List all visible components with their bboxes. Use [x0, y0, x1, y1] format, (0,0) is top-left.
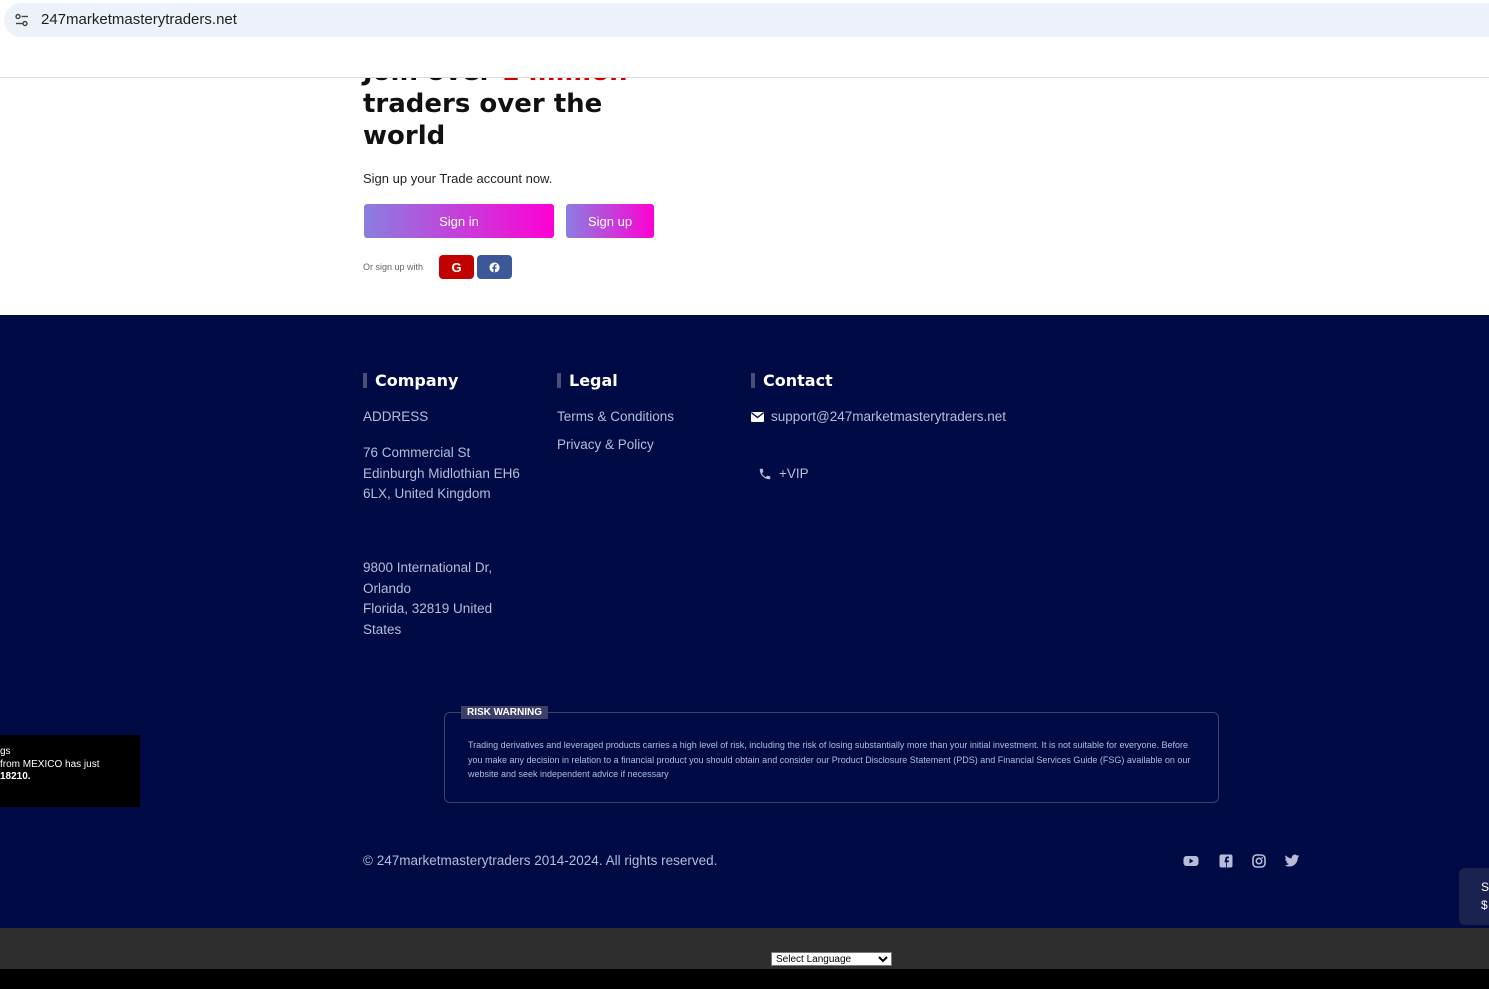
risk-warning-label: RISK WARNING — [461, 706, 548, 719]
popup-line: 18210. — [0, 771, 31, 782]
envelope-icon — [751, 412, 764, 422]
contact-heading: Contact — [751, 371, 833, 390]
address-heading: ADDRESS — [363, 409, 429, 424]
side-widget-text: $ — [1481, 898, 1488, 912]
google-signup-button[interactable]: G — [439, 255, 474, 279]
phone-link[interactable]: +VIP — [779, 464, 809, 485]
address-line: 6LX, United Kingdom — [363, 486, 491, 501]
popup-line: gs — [0, 746, 11, 757]
address-line: Edinburgh Midlothian EH6 — [363, 465, 520, 481]
risk-warning-box: RISK WARNING Trading derivatives and lev… — [444, 706, 1219, 803]
facebook-icon — [1219, 854, 1233, 868]
floating-side-widget[interactable]: S $ — [1459, 868, 1489, 925]
bottom-bar — [0, 969, 1489, 989]
facebook-signup-button[interactable] — [477, 255, 512, 279]
risk-warning-text: Trading derivatives and leveraged produc… — [468, 740, 1191, 779]
company-heading: Company — [363, 371, 458, 390]
site-header — [0, 37, 1489, 78]
twitter-icon — [1284, 854, 1300, 867]
cta-heading-line2: traders over the — [363, 89, 603, 119]
address-line: 76 Commercial St — [363, 445, 471, 460]
side-widget-text: S — [1481, 880, 1489, 894]
address-line: Orlando — [363, 580, 412, 596]
address-line: States — [363, 621, 402, 637]
phone-icon — [759, 468, 771, 480]
instagram-link[interactable] — [1251, 853, 1267, 869]
copyright-text: © 247marketmasterytraders 2014-2024. All… — [363, 853, 718, 868]
url-text[interactable]: 247marketmasterytraders.net — [41, 11, 237, 28]
youtube-link[interactable] — [1183, 853, 1199, 869]
privacy-policy-link[interactable]: Privacy & Policy — [557, 435, 654, 456]
youtube-icon — [1183, 856, 1199, 866]
legal-heading: Legal — [557, 371, 618, 390]
google-icon: G — [451, 259, 462, 275]
address-us: 9800 International Dr, Orlando Florida, … — [363, 558, 492, 640]
signup-cta-section: Join over 1 million traders over the wor… — [0, 40, 1489, 315]
terms-conditions-link[interactable]: Terms & Conditions — [557, 407, 674, 428]
twitter-link[interactable] — [1284, 853, 1300, 869]
address-bar[interactable]: 247marketmasterytraders.net — [4, 3, 1489, 37]
recent-activity-popup: gs from MEXICO has just 18210. — [0, 735, 140, 807]
address-line: Florida, 32819 United — [363, 601, 493, 616]
facebook-icon — [489, 261, 500, 273]
cta-subtitle: Sign up your Trade account now. — [363, 171, 553, 186]
language-select[interactable]: Select Language — [771, 952, 892, 966]
cta-heading-line3: world — [363, 121, 446, 151]
support-email-link[interactable]: support@247marketmasterytraders.net — [771, 407, 1006, 428]
or-sign-up-with-label: Or sign up with — [363, 262, 424, 272]
language-bar — [0, 928, 1489, 969]
popup-line: from MEXICO has just — [0, 758, 100, 770]
sign-in-button[interactable]: Sign in — [364, 204, 554, 238]
address-uk: 76 Commercial St Edinburgh Midlothian EH… — [363, 443, 520, 505]
site-footer: Company ADDRESS 76 Commercial St Edinbur… — [0, 315, 1489, 928]
address-line: 9800 International Dr, — [363, 560, 493, 575]
instagram-icon — [1252, 854, 1266, 868]
facebook-link[interactable] — [1218, 853, 1234, 869]
sign-up-button[interactable]: Sign up — [566, 204, 654, 238]
site-settings-icon[interactable] — [14, 12, 30, 28]
